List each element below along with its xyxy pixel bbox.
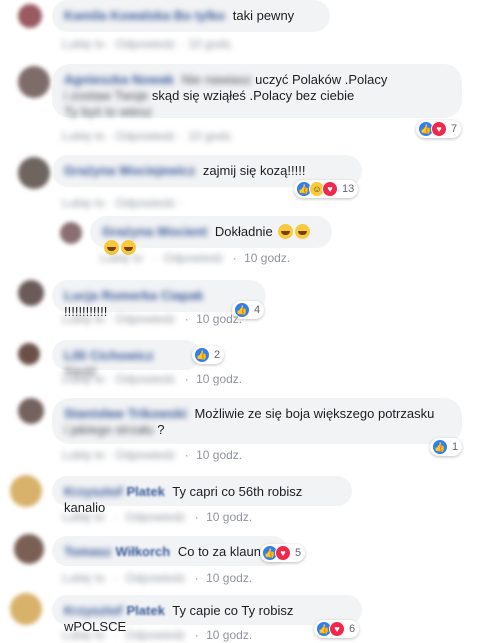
reaction-count: 7 bbox=[451, 123, 458, 135]
comment-author[interactable]: Krzysztof bbox=[64, 603, 123, 618]
avatar[interactable] bbox=[18, 343, 40, 365]
comment-author[interactable]: Krzysztof bbox=[64, 484, 123, 499]
comment-text: Dokładnie bbox=[214, 224, 273, 239]
comment-text-hidden: Nie nawiasz bbox=[181, 72, 252, 87]
comment-author[interactable]: Lucja Romerka Ciapak bbox=[64, 288, 203, 303]
comment-time[interactable]: 10 godz. bbox=[206, 628, 252, 642]
like-link[interactable]: Lubię to bbox=[62, 510, 105, 524]
reaction-summary[interactable]: 👍 ♥ 6 bbox=[314, 620, 360, 638]
reply-link[interactable]: Lubię to · Odpowiedz · bbox=[62, 37, 183, 51]
comment-author-surname[interactable]: Wiłkorch bbox=[115, 544, 170, 559]
reply-link[interactable]: Odpowiedz bbox=[125, 571, 185, 585]
comment-time[interactable]: 10 godz. bbox=[196, 372, 242, 386]
comment-time[interactable]: 10 godz. bbox=[244, 251, 290, 265]
comment-meta: Lubię to · Odpowiedz · 10 godz. bbox=[100, 251, 291, 265]
comment-bubble: Grażyna Wocient Dokładnie bbox=[90, 216, 332, 255]
comment-meta: Lubię to · Odpowiedz · 10 godz. bbox=[62, 571, 253, 585]
comment-text: ? bbox=[157, 422, 165, 437]
comment-author[interactable]: Agnieszka Nowak bbox=[64, 72, 174, 87]
comment-bubble: Stanisław Trikowski Możliwie ze się boja… bbox=[52, 398, 462, 444]
reply-link[interactable]: Lubię to · Odpowiedz · bbox=[62, 196, 183, 210]
comment-time[interactable]: 10 godz. bbox=[206, 571, 252, 585]
grinning-emoji-icon bbox=[278, 224, 294, 239]
like-link[interactable]: Lubię to bbox=[62, 628, 105, 642]
reaction-summary[interactable]: 👍 ☺ ♥ 13 bbox=[294, 180, 359, 198]
reaction-count: 13 bbox=[342, 183, 355, 195]
comment-time[interactable]: 10 godz. bbox=[196, 448, 242, 462]
comment-author[interactable]: Tomasz bbox=[64, 544, 111, 559]
comment-text-hidden: i jakiego strzału bbox=[64, 422, 154, 437]
comment-bubble: Lilli Cichowicz Siedź bbox=[52, 340, 200, 379]
comment-text-hidden: Ty byś to wiesz bbox=[64, 104, 153, 119]
reply-link[interactable]: Lubię to · Odpowiedz · bbox=[62, 129, 183, 143]
avatar[interactable] bbox=[10, 593, 42, 625]
comment-text-hidden: i zostaw Twoje bbox=[64, 88, 149, 103]
reply-link[interactable]: Lubię to · Odpowiedz bbox=[62, 448, 175, 462]
reply-link[interactable]: Odpowiedz bbox=[163, 251, 223, 265]
reaction-count: 6 bbox=[349, 623, 356, 635]
avatar[interactable] bbox=[18, 280, 44, 306]
avatar[interactable] bbox=[18, 157, 50, 189]
reply-link[interactable]: Lubię to · Odpowiedz bbox=[62, 372, 175, 386]
comment-author[interactable]: Grażyna Wocient bbox=[102, 224, 207, 239]
comment-meta: Lubię to · Odpowiedz · 10 godz. bbox=[62, 129, 234, 143]
comment-author[interactable]: Lilli Cichowicz bbox=[64, 348, 154, 363]
avatar[interactable] bbox=[18, 4, 42, 28]
comment-bubble: Agnieszka Nowak Nie nawiasz uczyć Polakó… bbox=[52, 64, 462, 119]
comment-author-surname[interactable]: Platek bbox=[127, 484, 165, 499]
love-icon: ♥ bbox=[431, 121, 447, 137]
reply-link[interactable]: Lubię to · Odpowiedz bbox=[62, 312, 175, 326]
comment-meta: Lubię to · Odpowiedz · 10 godz. bbox=[62, 448, 243, 462]
reaction-summary[interactable]: 👍 2 bbox=[192, 346, 225, 364]
love-icon: ♥ bbox=[329, 621, 345, 637]
reaction-summary[interactable]: 👍 ♥ 5 bbox=[260, 544, 306, 562]
avatar[interactable] bbox=[60, 222, 82, 244]
comment-text: Co to za klaun? bbox=[177, 544, 269, 559]
comment-meta: Lubię to · Odpowiedz · 10 godz. bbox=[62, 628, 253, 642]
reaction-summary[interactable]: 👍 1 bbox=[430, 438, 463, 456]
comment-time[interactable]: 10 godz. bbox=[206, 510, 252, 524]
comment-text: taki pewny bbox=[232, 8, 295, 23]
comment-author[interactable]: Grażyna Wociejewicz bbox=[64, 163, 195, 178]
avatar[interactable] bbox=[10, 475, 42, 507]
like-icon: 👍 bbox=[194, 347, 210, 363]
comment-meta: Lubię to · Odpowiedz · 10 godz. bbox=[62, 510, 253, 524]
comment-time[interactable]: 10 godz. bbox=[196, 312, 242, 326]
comment-bubble: Kamila Kowalska Bo tylko taki pewny bbox=[52, 0, 330, 32]
like-link[interactable]: Lubię to bbox=[62, 571, 105, 585]
avatar[interactable] bbox=[18, 66, 50, 98]
comment-meta: Lubię to · Odpowiedz · 10 godz. bbox=[62, 372, 243, 386]
reaction-count: 1 bbox=[452, 441, 459, 453]
avatar[interactable] bbox=[14, 534, 44, 564]
comment-bubble: Krzysztof Platek Ty capri co 56th robisz … bbox=[52, 476, 352, 515]
comment-meta: Lubię to · Odpowiedz · 10 godz. bbox=[62, 312, 243, 326]
grinning-emoji-icon bbox=[295, 224, 311, 239]
comment-bubble: Krzysztof Platek Ty capie co Ty robisz wP… bbox=[52, 595, 362, 634]
love-icon: ♥ bbox=[275, 545, 291, 561]
comment-meta: Lubię to · Odpowiedz · 10 godz. bbox=[62, 37, 234, 51]
reaction-summary[interactable]: 👍 ♥ 7 bbox=[416, 120, 462, 138]
comment-time[interactable]: 10 godz. bbox=[188, 37, 234, 51]
reaction-count: 4 bbox=[254, 304, 261, 316]
avatar[interactable] bbox=[18, 398, 44, 424]
comment-author[interactable]: Stanisław Trikowski bbox=[64, 406, 187, 421]
reaction-count: 5 bbox=[295, 547, 302, 559]
comment-text: skąd się wziąłeś .Polacy bez ciebie bbox=[151, 88, 355, 103]
like-link[interactable]: Lubię to bbox=[100, 251, 143, 265]
reaction-count: 2 bbox=[214, 349, 221, 361]
comment-text: zajmij się kozą!!!!! bbox=[202, 163, 306, 178]
comment-author[interactable]: Kamila Kowalska Bo tylko bbox=[64, 8, 225, 23]
comment-author-surname[interactable]: Platek bbox=[127, 603, 165, 618]
like-icon: 👍 bbox=[432, 439, 448, 455]
reply-link[interactable]: Odpowiedz bbox=[125, 510, 185, 524]
comment-bubble: Tomasz Wiłkorch Co to za klaun? bbox=[52, 536, 288, 566]
comment-text: Możliwie ze się boja większego potrzasku bbox=[194, 406, 435, 421]
comment-time[interactable]: 10 godz. bbox=[188, 129, 234, 143]
reply-link[interactable]: Odpowiedz bbox=[125, 628, 185, 642]
comment-meta: Lubię to · Odpowiedz · bbox=[62, 196, 185, 210]
comment-text: uczyć Polaków .Polacy bbox=[255, 72, 388, 87]
love-icon: ♥ bbox=[322, 181, 338, 197]
